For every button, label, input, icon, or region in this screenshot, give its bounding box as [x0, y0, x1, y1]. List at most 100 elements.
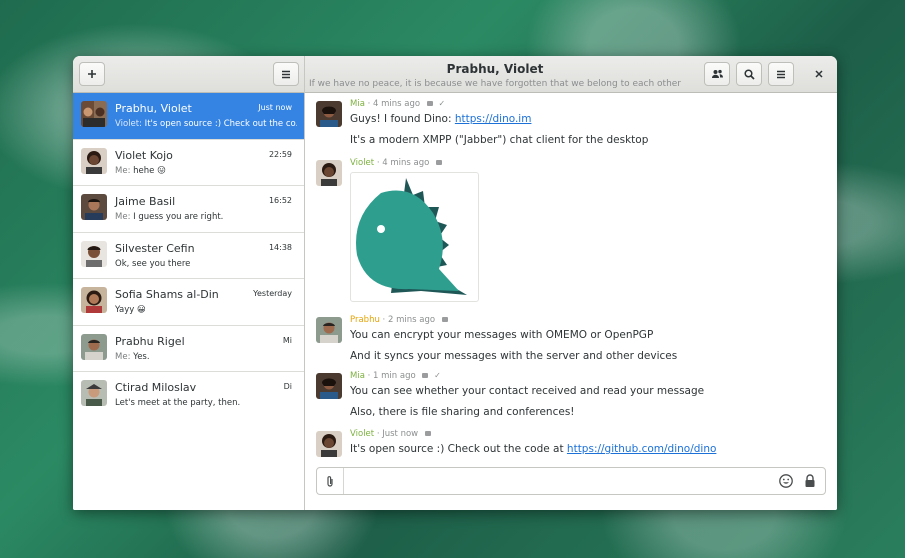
search-button[interactable]: [736, 62, 762, 86]
message-text: Also, there is file sharing and conferen…: [350, 406, 575, 418]
emoji-button[interactable]: [778, 473, 794, 489]
conversation-item[interactable]: Violet Kojo 22:59 Me: hehe 😛: [73, 140, 304, 186]
message-time: 4 mins ago: [382, 158, 430, 168]
conversation-item[interactable]: Prabhu, Violet Just now Violet: It's ope…: [73, 93, 304, 140]
conversation-title-area: Prabhu, Violet If we have no peace, it i…: [305, 56, 685, 93]
conversation-item[interactable]: Ctirad Miloslav Di Let's meet at the par…: [73, 372, 304, 419]
message-text: It's a modern XMPP ("Jabber") chat clien…: [350, 134, 649, 146]
conversation-name: Prabhu, Violet: [115, 102, 192, 115]
message-input[interactable]: [347, 472, 767, 490]
message-text: It's open source :) Check out the code a…: [350, 443, 717, 455]
lock-icon: [441, 317, 448, 322]
message-sender: Violet: [350, 158, 375, 168]
check-icon: ✓: [438, 99, 446, 108]
conversation-preview: Me: I guess you are right.: [115, 212, 297, 222]
message-time: 2 mins ago: [387, 315, 436, 325]
message-link[interactable]: https://github.com/dino/dino: [567, 443, 716, 455]
message-sender: Prabhu: [350, 315, 380, 325]
conversation-preview: Let's meet at the party, then.: [115, 398, 297, 408]
message-meta: Violet · Just now: [350, 429, 431, 439]
message-meta: Mia · 4 mins ago ✓: [350, 99, 446, 109]
lock-icon: [805, 474, 815, 487]
lock-icon: [426, 101, 433, 106]
conversation-time: 14:38: [268, 242, 292, 252]
members-button[interactable]: [704, 62, 730, 86]
conversation-preview: Me: hehe 😛: [115, 166, 297, 176]
lock-icon: [424, 431, 431, 436]
add-conversation-button[interactable]: [79, 62, 105, 86]
conversation-menu-button[interactable]: [768, 62, 794, 86]
conversation-name: Violet Kojo: [115, 148, 173, 162]
dino-logo-icon: [356, 178, 467, 295]
preview-sender: Me:: [115, 165, 131, 176]
message-meta: Mia · 1 min ago ✓: [350, 371, 441, 381]
message-text: Guys! I found Dino: https://dino.im: [350, 113, 532, 125]
conversation-name: Ctirad Miloslav: [115, 381, 197, 394]
close-icon: [815, 70, 823, 78]
conversation-time: Yesterday: [253, 289, 292, 298]
people-icon: [711, 69, 723, 78]
preview-text: Yes.: [130, 351, 150, 362]
conversation-preview: Yayy 😀: [115, 305, 297, 315]
conversation-item[interactable]: Prabhu Rigel Mi Me: Yes.: [73, 326, 304, 372]
message-text: You can encrypt your messages with OMEMO…: [350, 329, 654, 341]
preview-text: I guess you are right.: [130, 212, 224, 222]
avatar: [81, 380, 107, 406]
lock-icon: [436, 160, 443, 165]
message-meta: Prabhu · 2 mins ago: [350, 315, 448, 325]
conversation-name: Sofia Shams al-Din: [115, 288, 219, 301]
hamburger-icon: [777, 70, 785, 78]
conversation-preview: Me: Yes.: [115, 352, 297, 362]
image-attachment[interactable]: [350, 172, 479, 302]
conversation-time: 22:59: [268, 149, 292, 159]
avatar: [81, 194, 107, 220]
conversation-preview: Ok, see you there: [115, 259, 297, 269]
message-composer: [316, 467, 826, 495]
message-meta: Violet · 4 mins ago: [350, 158, 443, 168]
preview-text: Let's meet at the party, then.: [115, 398, 241, 408]
avatar: [81, 287, 107, 313]
app-window: Prabhu, Violet If we have no peace, it i…: [73, 56, 837, 510]
avatar: [81, 147, 107, 174]
conversation-item[interactable]: Sofia Shams al-Din Yesterday Yayy 😀: [73, 279, 304, 326]
conversation-time: Di: [283, 382, 292, 391]
preview-sender: Violet:: [115, 119, 142, 129]
attach-file-button[interactable]: [317, 468, 344, 494]
preview-sender: Me:: [115, 212, 131, 222]
encryption-button[interactable]: [803, 473, 817, 489]
conversation-name: Jaime Basil: [115, 195, 176, 208]
conversation-item[interactable]: Silvester Cefin 14:38 Ok, see you there: [73, 233, 304, 279]
avatar: [81, 240, 107, 267]
preview-text: hehe 😛: [130, 165, 166, 176]
sidebar-menu-button[interactable]: [273, 62, 299, 86]
conversation-subtitle: If we have no peace, it is because we ha…: [308, 79, 682, 89]
preview-text: Ok, see you there: [115, 258, 191, 269]
message-time: 1 min ago: [373, 371, 416, 381]
sidebar-header: [73, 56, 305, 93]
message-sender: Mia: [350, 371, 365, 381]
hamburger-icon: [282, 70, 290, 78]
message-link[interactable]: https://dino.im: [455, 113, 532, 125]
avatar: [316, 101, 342, 127]
message-text: And it syncs your messages with the serv…: [350, 350, 678, 362]
message-text: You can see whether your contact receive…: [350, 385, 705, 397]
conversation-name: Prabhu Rigel: [115, 334, 185, 348]
avatar: [316, 431, 342, 457]
emoji-icon: [779, 474, 793, 488]
close-button[interactable]: [807, 62, 831, 86]
avatar: [81, 101, 107, 127]
message-time: 4 mins ago: [373, 99, 421, 109]
header-bar: Prabhu, Violet If we have no peace, it i…: [73, 56, 837, 93]
lock-icon: [422, 373, 429, 378]
conversation-time: Just now: [258, 103, 292, 112]
conversation-name: Silvester Cefin: [115, 241, 195, 255]
plus-icon: [88, 70, 96, 78]
search-icon: [743, 68, 755, 80]
conversation-item[interactable]: Jaime Basil 16:52 Me: I guess you are ri…: [73, 186, 304, 233]
avatar: [316, 373, 342, 399]
message-sender: Violet: [350, 429, 375, 439]
avatar: [316, 160, 342, 186]
message-history: Mia · 4 mins ago ✓ Guys! I found Dino: h…: [305, 93, 837, 510]
conversation-preview: Violet: It's open source :) Check out th…: [115, 119, 297, 129]
conversation-title: Prabhu, Violet: [446, 62, 544, 76]
